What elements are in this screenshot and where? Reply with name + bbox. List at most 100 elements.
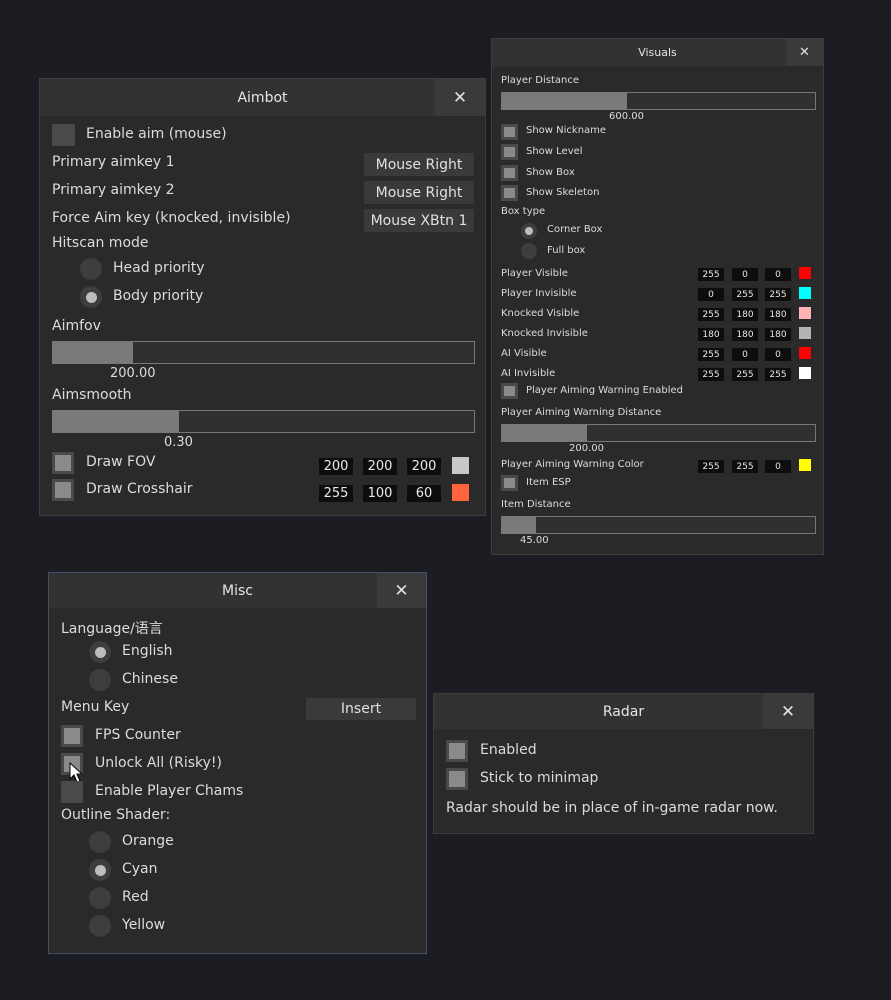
draw-fov-r[interactable]: 200: [319, 458, 353, 475]
ai-visible-r[interactable]: 255: [698, 348, 724, 361]
box-type-corner-label: Corner Box: [547, 224, 603, 235]
box-type-full-radio[interactable]: [521, 243, 537, 259]
item-esp-checkbox[interactable]: [501, 475, 518, 491]
primary-aimkey2-label: Primary aimkey 2: [52, 182, 175, 198]
force-aim-button[interactable]: Mouse XBtn 1: [364, 209, 474, 232]
player-distance-slider-fill: [502, 93, 628, 109]
knocked-invisible-g[interactable]: 180: [732, 328, 758, 341]
knocked-visible-label: Knocked Visible: [501, 308, 580, 319]
box-type-label: Box type: [501, 206, 546, 217]
player-visible-label: Player Visible: [501, 268, 568, 279]
knocked-visible-r[interactable]: 255: [698, 308, 724, 321]
visuals-close-button[interactable]: ✕: [786, 39, 823, 66]
aimsmooth-slider[interactable]: [52, 410, 475, 433]
radar-close-button[interactable]: ✕: [763, 694, 813, 729]
close-icon: ✕: [780, 701, 796, 722]
aimsmooth-slider-fill: [53, 411, 180, 432]
outline-red-label: Red: [122, 889, 149, 905]
player-distance-slider[interactable]: [501, 92, 816, 110]
show-nickname-checkbox[interactable]: [501, 124, 518, 140]
stick-minimap-checkbox[interactable]: [446, 768, 468, 790]
item-distance-slider[interactable]: [501, 516, 816, 534]
fps-counter-checkbox[interactable]: [61, 725, 83, 747]
primary-aimkey2-button[interactable]: Mouse Right: [364, 181, 474, 204]
show-level-checkbox[interactable]: [501, 144, 518, 160]
aimfov-slider[interactable]: [52, 341, 475, 364]
language-chinese-radio[interactable]: [89, 669, 111, 691]
player-invisible-label: Player Invisible: [501, 288, 577, 299]
player-visible-b[interactable]: 0: [765, 268, 791, 281]
aimbot-titlebar[interactable]: Aimbot ✕: [40, 79, 485, 116]
outline-red-radio[interactable]: [89, 887, 111, 909]
radar-titlebar[interactable]: Radar ✕: [434, 694, 813, 729]
player-visible-r[interactable]: 255: [698, 268, 724, 281]
unlock-all-label: Unlock All (Risky!): [95, 755, 222, 771]
aimsmooth-value: 0.30: [164, 435, 193, 450]
hitscan-head-radio[interactable]: [80, 258, 102, 280]
ai-visible-swatch[interactable]: [799, 347, 811, 359]
aimbot-close-button[interactable]: ✕: [435, 79, 485, 116]
radar-window: Radar ✕ Enabled Stick to minimap Radar s…: [433, 693, 814, 834]
primary-aimkey1-button[interactable]: Mouse Right: [364, 153, 474, 176]
language-chinese-label: Chinese: [122, 671, 178, 687]
draw-fov-swatch[interactable]: [452, 457, 469, 474]
misc-window: Misc ✕ Language/语言 English Chinese Menu …: [48, 572, 427, 954]
aiming-warning-checkbox[interactable]: [501, 383, 518, 399]
aiming-warning-g[interactable]: 255: [732, 460, 758, 473]
ai-invisible-swatch[interactable]: [799, 367, 811, 379]
player-invisible-r[interactable]: 0: [698, 288, 724, 301]
aiming-warning-b[interactable]: 0: [765, 460, 791, 473]
visuals-titlebar[interactable]: Visuals ✕: [492, 39, 823, 66]
radar-enabled-checkbox[interactable]: [446, 740, 468, 762]
show-box-checkbox[interactable]: [501, 165, 518, 181]
draw-crosshair-swatch[interactable]: [452, 484, 469, 501]
enable-chams-checkbox[interactable]: [61, 781, 83, 803]
misc-titlebar[interactable]: Misc ✕: [49, 573, 426, 608]
close-icon: ✕: [394, 580, 409, 601]
hitscan-body-label: Body priority: [113, 288, 204, 304]
outline-orange-radio[interactable]: [89, 831, 111, 853]
knocked-invisible-b[interactable]: 180: [765, 328, 791, 341]
ai-invisible-g[interactable]: 255: [732, 368, 758, 381]
outline-cyan-radio[interactable]: [89, 859, 111, 881]
misc-close-button[interactable]: ✕: [377, 573, 426, 608]
aiming-warning-swatch[interactable]: [799, 459, 811, 471]
box-type-corner-radio[interactable]: [521, 223, 537, 239]
draw-fov-b[interactable]: 200: [407, 458, 441, 475]
player-invisible-b[interactable]: 255: [765, 288, 791, 301]
draw-fov-g[interactable]: 200: [363, 458, 397, 475]
player-visible-swatch[interactable]: [799, 267, 811, 279]
primary-aimkey1-label: Primary aimkey 1: [52, 154, 175, 170]
menu-key-button[interactable]: Insert: [306, 698, 416, 720]
ai-invisible-r[interactable]: 255: [698, 368, 724, 381]
knocked-invisible-r[interactable]: 180: [698, 328, 724, 341]
draw-crosshair-r[interactable]: 255: [319, 485, 353, 502]
misc-title: Misc: [222, 582, 253, 599]
player-visible-g[interactable]: 0: [732, 268, 758, 281]
knocked-invisible-swatch[interactable]: [799, 327, 811, 339]
ai-visible-b[interactable]: 0: [765, 348, 791, 361]
show-skeleton-checkbox[interactable]: [501, 185, 518, 201]
player-invisible-swatch[interactable]: [799, 287, 811, 299]
ai-invisible-b[interactable]: 255: [765, 368, 791, 381]
draw-crosshair-g[interactable]: 100: [363, 485, 397, 502]
aiming-warning-r[interactable]: 255: [698, 460, 724, 473]
knocked-visible-g[interactable]: 180: [732, 308, 758, 321]
show-box-label: Show Box: [526, 167, 575, 178]
draw-crosshair-checkbox[interactable]: [52, 479, 74, 501]
knocked-visible-swatch[interactable]: [799, 307, 811, 319]
player-invisible-g[interactable]: 255: [732, 288, 758, 301]
ai-visible-g[interactable]: 0: [732, 348, 758, 361]
menu-key-label: Menu Key: [61, 699, 130, 715]
knocked-visible-b[interactable]: 180: [765, 308, 791, 321]
aimsmooth-label: Aimsmooth: [52, 387, 132, 403]
aiming-warning-distance-slider[interactable]: [501, 424, 816, 442]
hitscan-label: Hitscan mode: [52, 235, 149, 251]
outline-yellow-label: Yellow: [122, 917, 166, 933]
language-english-radio[interactable]: [89, 641, 111, 663]
draw-crosshair-b[interactable]: 60: [407, 485, 441, 502]
outline-yellow-radio[interactable]: [89, 915, 111, 937]
hitscan-body-radio[interactable]: [80, 286, 102, 308]
enable-aim-checkbox[interactable]: [52, 124, 75, 146]
draw-fov-checkbox[interactable]: [52, 452, 74, 474]
